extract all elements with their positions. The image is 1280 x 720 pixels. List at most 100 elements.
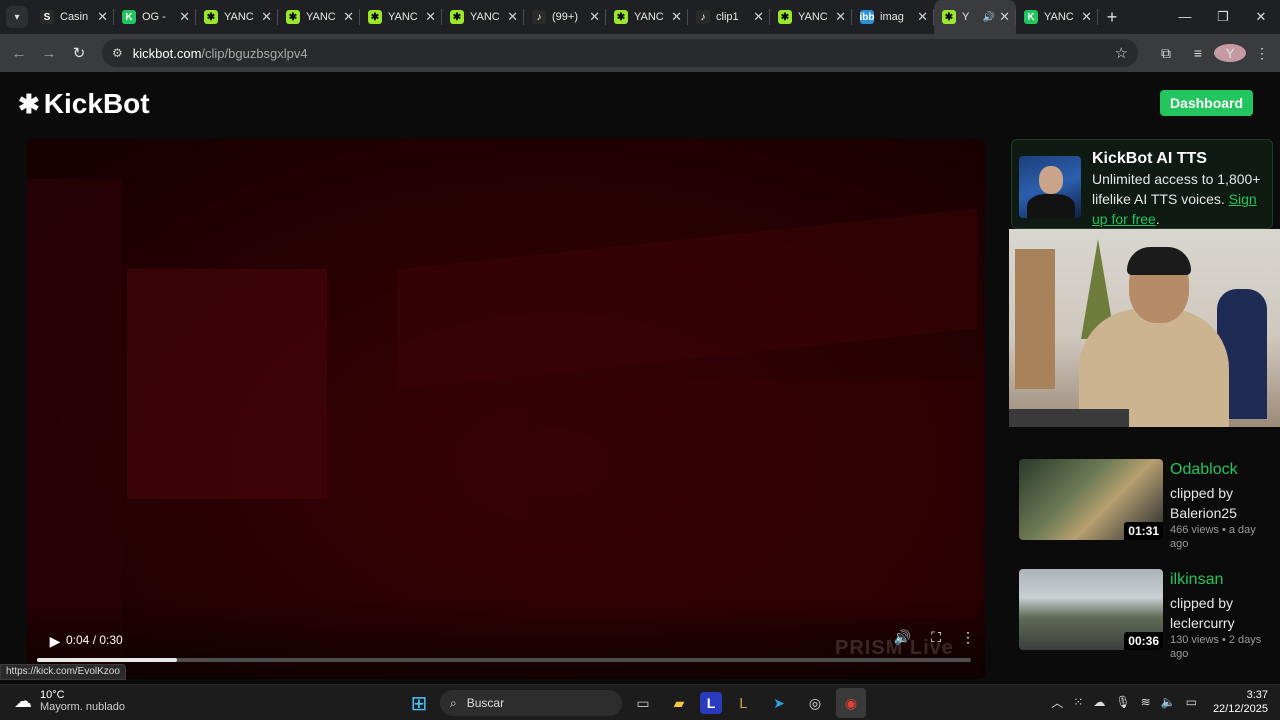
close-tab-icon[interactable]: ✕ bbox=[835, 9, 846, 25]
browser-tab[interactable]: K OG - ✕ bbox=[114, 0, 196, 34]
microphone-icon[interactable]: 🎙 bbox=[1115, 695, 1130, 709]
browser-tab[interactable]: ✱ YANC ✕ bbox=[278, 0, 360, 34]
browser-tab[interactable]: ✱ YANC ✕ bbox=[770, 0, 852, 34]
steam-icon[interactable]: ◎ bbox=[800, 688, 830, 718]
telegram-icon[interactable]: ➤ bbox=[764, 688, 794, 718]
clip-thumbnail[interactable]: 00:36 bbox=[1019, 569, 1163, 650]
clip-card[interactable]: 00:36 ilkinsan clipped by leclercurry 13… bbox=[1019, 569, 1274, 665]
browser-tab[interactable]: ✱ YANC ✕ bbox=[606, 0, 688, 34]
time-display: 0:04 / 0:30 bbox=[66, 633, 123, 647]
speaker-icon[interactable]: 🔈 bbox=[1161, 695, 1176, 709]
chevron-up-icon[interactable]: ︿ bbox=[1051, 694, 1063, 711]
video-frame-shape bbox=[397, 208, 977, 390]
close-tab-icon[interactable]: ✕ bbox=[507, 9, 518, 25]
tab-title: YANC bbox=[470, 11, 500, 23]
weather-widget[interactable]: ☁ 10°C Mayorm. nublado bbox=[14, 689, 125, 713]
dashboard-button[interactable]: Dashboard bbox=[1160, 90, 1253, 116]
extensions-icon[interactable]: ⧉ bbox=[1150, 45, 1182, 62]
taskbar-apps: ⊞ ⌕ Buscar ▭ ▰ L ᒪ ➤ ◎ ◉ bbox=[404, 688, 866, 718]
search-placeholder: Buscar bbox=[466, 696, 505, 710]
minimize-icon[interactable]: — bbox=[1166, 9, 1204, 25]
video-player[interactable]: PRISM Live ▶ 0:04 / 0:30 🔊 ⛶ ⋮ bbox=[27, 139, 985, 679]
clip-thumbnail[interactable]: 01:31 bbox=[1019, 459, 1163, 540]
tab-favicon-icon: ✱ bbox=[614, 10, 628, 24]
weather-desc: Mayorm. nublado bbox=[40, 701, 125, 713]
restore-icon[interactable]: ❐ bbox=[1204, 9, 1242, 25]
ad-banner[interactable]: KickBot AI TTS Unlimited access to 1,800… bbox=[1011, 139, 1273, 229]
onedrive-icon[interactable]: ☁ bbox=[1093, 695, 1105, 709]
browser-tab[interactable]: ✱ YANC ✕ bbox=[360, 0, 442, 34]
menu-icon[interactable]: ⋮ bbox=[1246, 45, 1278, 62]
browser-tab[interactable]: S Casin ✕ bbox=[32, 0, 114, 34]
chrome-icon[interactable]: ◉ bbox=[836, 688, 866, 718]
forward-icon[interactable]: → bbox=[34, 45, 64, 62]
browser-tab[interactable]: ✱ YANC ✕ bbox=[196, 0, 278, 34]
reload-icon[interactable]: ↻ bbox=[64, 44, 94, 62]
volume-icon[interactable]: 🔊 bbox=[894, 629, 911, 646]
tab-title: YANC bbox=[798, 11, 828, 23]
window-controls: — ❐ ✕ bbox=[1166, 9, 1280, 25]
close-tab-icon[interactable]: ✕ bbox=[999, 9, 1010, 25]
weather-temp: 10°C bbox=[40, 689, 65, 701]
toolbar-actions: ⧉ ≡ Y ⋮ bbox=[1150, 44, 1278, 62]
browser-tab[interactable]: ♪ clip1 ✕ bbox=[688, 0, 770, 34]
tab-audio-icon[interactable]: 🔊 bbox=[983, 12, 995, 23]
close-tab-icon[interactable]: ✕ bbox=[261, 9, 272, 25]
app-l-icon[interactable]: L bbox=[700, 692, 722, 714]
close-tab-icon[interactable]: ✕ bbox=[343, 9, 354, 25]
browser-tab[interactable]: ✱ YANC ✕ bbox=[442, 0, 524, 34]
close-tab-icon[interactable]: ✕ bbox=[179, 9, 190, 25]
site-info-icon[interactable]: ⚙ bbox=[112, 46, 123, 60]
close-window-icon[interactable]: ✕ bbox=[1242, 9, 1280, 25]
address-bar[interactable]: ⚙ kickbot.com/clip/bguzbsgxlpv4 ☆ bbox=[102, 39, 1138, 67]
tab-favicon-icon: ✱ bbox=[450, 10, 464, 24]
close-tab-icon[interactable]: ✕ bbox=[425, 9, 436, 25]
file-explorer-icon[interactable]: ▰ bbox=[664, 688, 694, 718]
site-logo[interactable]: ✱ KickBot bbox=[18, 88, 150, 120]
bookmark-star-icon[interactable]: ☆ bbox=[1115, 44, 1128, 62]
tab-title: YANC bbox=[1044, 11, 1074, 23]
clip-author: clipped by Balerion25 bbox=[1170, 485, 1237, 521]
close-tab-icon[interactable]: ✕ bbox=[1081, 9, 1092, 25]
tab-title: Y bbox=[962, 11, 970, 23]
league-icon[interactable]: ᒪ bbox=[728, 688, 758, 718]
more-options-icon[interactable]: ⋮ bbox=[961, 629, 975, 646]
clip-meta: 130 views • 2 days ago bbox=[1170, 634, 1262, 660]
avatar: Y bbox=[1214, 44, 1246, 62]
clip-channel[interactable]: Odablock bbox=[1170, 461, 1238, 479]
play-icon[interactable]: ▶ bbox=[41, 627, 69, 655]
tab-search-button[interactable]: ▾ bbox=[6, 6, 28, 28]
close-tab-icon[interactable]: ✕ bbox=[589, 9, 600, 25]
tray-apps-icon[interactable]: ⁙ bbox=[1073, 695, 1083, 709]
browser-tab[interactable]: ibb imag ✕ bbox=[852, 0, 934, 34]
close-tab-icon[interactable]: ✕ bbox=[917, 9, 928, 25]
task-view-icon[interactable]: ▭ bbox=[628, 688, 658, 718]
browser-tab[interactable]: ♪ (99+) ✕ bbox=[524, 0, 606, 34]
media-control-icon[interactable]: ≡ bbox=[1182, 45, 1214, 61]
clock[interactable]: 3:37 22/12/2025 bbox=[1213, 688, 1268, 716]
new-tab-button[interactable]: + bbox=[1098, 7, 1126, 28]
tab-favicon-icon: ✱ bbox=[204, 10, 218, 24]
tab-strip: ▾ S Casin ✕ K OG - ✕ ✱ YANC ✕ ✱ YANC ✕ ✱ YANC ✕ ✱ YANC ✕ ♪… bbox=[0, 0, 1280, 34]
browser-tab[interactable]: K YANC ✕ bbox=[1016, 0, 1098, 34]
tab-title: clip1 bbox=[716, 11, 739, 23]
clip-card[interactable]: 01:31 Odablock clipped by Balerion25 466… bbox=[1019, 459, 1274, 555]
tab-title: YANC bbox=[224, 11, 254, 23]
close-tab-icon[interactable]: ✕ bbox=[671, 9, 682, 25]
toolbar: ← → ↻ ⚙ kickbot.com/clip/bguzbsgxlpv4 ☆ … bbox=[0, 34, 1280, 72]
close-tab-icon[interactable]: ✕ bbox=[753, 9, 764, 25]
close-tab-icon[interactable]: ✕ bbox=[97, 9, 108, 25]
browser-tab[interactable]: ✱ Y 🔊 ✕ bbox=[934, 0, 1016, 34]
search-icon: ⌕ bbox=[450, 695, 457, 710]
start-icon[interactable]: ⊞ bbox=[404, 688, 434, 718]
profile-button[interactable]: Y bbox=[1214, 44, 1246, 62]
tab-favicon-icon: K bbox=[122, 10, 136, 24]
tab-title: imag bbox=[880, 11, 904, 23]
fullscreen-icon[interactable]: ⛶ bbox=[931, 629, 941, 646]
battery-icon[interactable]: ▭ bbox=[1186, 695, 1197, 709]
back-icon[interactable]: ← bbox=[4, 45, 34, 62]
wifi-icon[interactable]: ≋ bbox=[1141, 695, 1151, 709]
progress-bar[interactable] bbox=[37, 658, 971, 662]
taskbar-search[interactable]: ⌕ Buscar bbox=[440, 690, 622, 716]
clip-channel[interactable]: ilkinsan bbox=[1170, 571, 1223, 589]
